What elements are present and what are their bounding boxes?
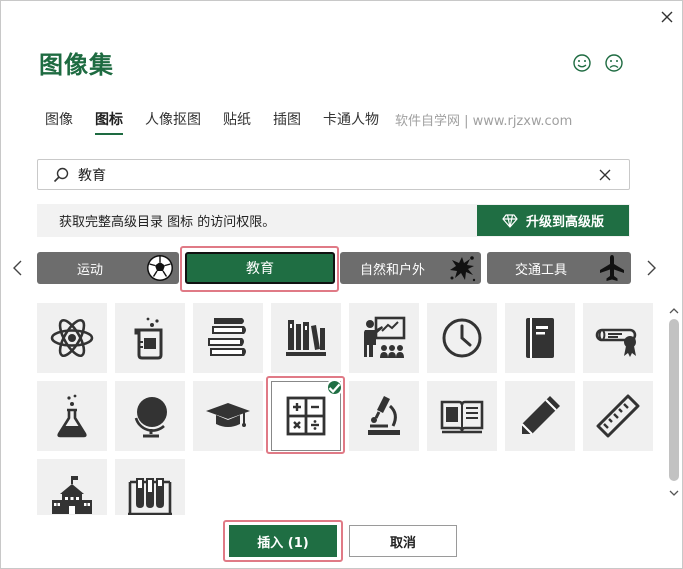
scroll-down-icon[interactable]	[668, 487, 680, 499]
upgrade-button[interactable]: 升级到高级版	[477, 205, 629, 236]
search-box	[37, 159, 630, 190]
school-building-icon	[52, 476, 92, 514]
category-label: 交通工具	[514, 262, 567, 278]
icon-cell-test-tubes[interactable]	[115, 459, 185, 515]
search-icon	[52, 165, 72, 185]
icon-cell-clock[interactable]	[427, 303, 497, 373]
scroll-thumb[interactable]	[669, 319, 679, 481]
icon-cell-calculator[interactable]	[271, 379, 343, 451]
microscope-icon	[368, 396, 400, 435]
clear-search-button[interactable]	[595, 165, 615, 185]
image-collection-dialog: 图像集 图像 图标 人像抠图 贴纸 插图 卡通人物 软件自学网 | www.rj…	[0, 0, 683, 569]
icon-cell-flask[interactable]	[37, 381, 107, 451]
tab-illustrations[interactable]: 插图	[273, 109, 301, 135]
bookshelf-icon	[286, 320, 326, 356]
clear-icon	[599, 169, 611, 180]
category-sports[interactable]: 运动	[37, 252, 179, 284]
test-tubes-icon	[128, 478, 172, 515]
icon-cell-ruler[interactable]	[583, 381, 653, 451]
icon-cell-classroom[interactable]	[349, 303, 419, 373]
chevron-right-icon[interactable]	[644, 259, 658, 277]
open-book-icon	[440, 400, 484, 434]
search-input[interactable]	[78, 166, 595, 183]
tab-stickers[interactable]: 贴纸	[223, 109, 251, 135]
splat-icon	[450, 256, 476, 282]
frown-icon	[605, 54, 623, 72]
tab-icons[interactable]: 图标	[95, 109, 123, 135]
icon-cell-pencil[interactable]	[505, 381, 575, 451]
atom-icon	[50, 318, 94, 358]
icon-cell-globe[interactable]	[115, 381, 185, 451]
calculator-math-icon	[286, 396, 326, 436]
category-education[interactable]: 教育	[185, 252, 335, 284]
frown-feedback-button[interactable]	[604, 53, 624, 73]
airplane-icon	[600, 255, 624, 281]
icon-cell-atom[interactable]	[37, 303, 107, 373]
tab-images[interactable]: 图像	[45, 109, 73, 135]
flask-icon	[57, 394, 87, 438]
selected-check-icon	[326, 379, 343, 396]
category-nature-outdoors[interactable]: 自然和户外	[340, 252, 481, 284]
scroll-up-icon[interactable]	[668, 305, 680, 317]
insert-button[interactable]: 插入 (1)	[229, 525, 337, 557]
icon-cell-notebook[interactable]	[505, 303, 575, 373]
category-label: 教育	[246, 261, 274, 277]
smile-icon	[573, 54, 591, 72]
category-label: 运动	[76, 262, 103, 278]
icon-cell-microscope[interactable]	[349, 381, 419, 451]
icon-cell-diploma[interactable]	[583, 303, 653, 373]
diamond-icon	[502, 213, 518, 228]
diploma-icon	[595, 328, 637, 357]
beaker-icon	[134, 317, 163, 360]
pencil-icon	[521, 396, 560, 435]
notice-text: 获取完整高级目录 图标 的访问权限。	[59, 215, 276, 230]
ruler-icon	[596, 394, 640, 438]
globe-icon	[134, 397, 167, 438]
icon-cell-bookshelf[interactable]	[271, 303, 341, 373]
book-stack-icon	[208, 318, 246, 356]
watermark-text: 软件自学网 | www.rjzxw.com	[395, 114, 573, 129]
notebook-icon	[526, 318, 554, 358]
tab-cutout-people[interactable]: 人像抠图	[145, 109, 201, 135]
category-carousel: 运动 教育 自然和户外 交通工具	[1, 251, 683, 285]
icon-grid-scrollbar[interactable]	[666, 303, 682, 515]
classroom-teacher-icon	[364, 316, 406, 358]
icon-cell-open-book[interactable]	[427, 381, 497, 451]
close-icon	[661, 11, 673, 23]
graduation-cap-icon	[206, 403, 250, 427]
category-label: 自然和户外	[359, 262, 425, 278]
icon-cell-beaker[interactable]	[115, 303, 185, 373]
icon-cell-book-stack[interactable]	[193, 303, 263, 373]
clock-icon	[442, 318, 482, 358]
tab-bar: 图像 图标 人像抠图 贴纸 插图 卡通人物 软件自学网 | www.rjzxw.…	[45, 109, 573, 135]
tab-cartoon-people[interactable]: 卡通人物	[323, 109, 379, 135]
cancel-button[interactable]: 取消	[349, 525, 457, 557]
chevron-left-icon[interactable]	[11, 259, 25, 277]
dialog-title: 图像集	[39, 51, 114, 79]
category-transport[interactable]: 交通工具	[487, 252, 631, 284]
icon-grid	[37, 303, 663, 515]
premium-notice: 获取完整高级目录 图标 的访问权限。 升级到高级版	[37, 204, 630, 237]
upgrade-label: 升级到高级版	[525, 215, 604, 230]
soccer-ball-icon	[147, 255, 173, 281]
icon-cell-school-building[interactable]	[37, 459, 107, 515]
close-button[interactable]	[656, 6, 678, 28]
icon-cell-graduation-cap[interactable]	[193, 381, 263, 451]
smile-feedback-button[interactable]	[572, 53, 592, 73]
